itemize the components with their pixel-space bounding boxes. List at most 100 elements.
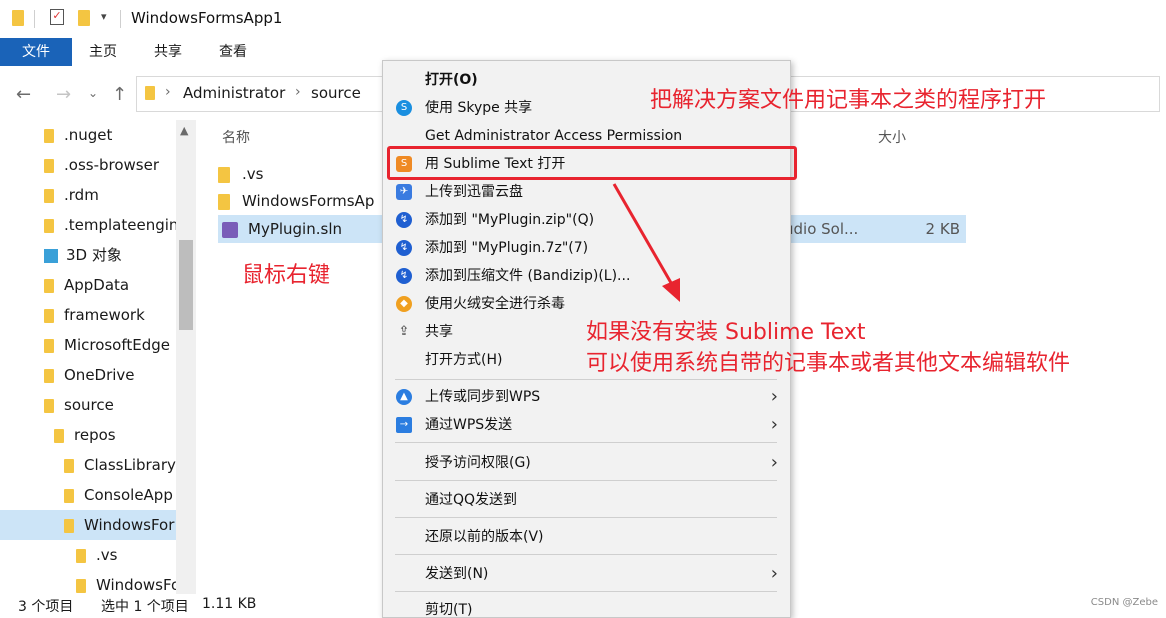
menu-item-wps-upload[interactable]: ▲ 上传或同步到WPS ›	[383, 383, 790, 411]
breadcrumb-administrator[interactable]: Administrator	[183, 84, 285, 102]
tab-file[interactable]: 文件	[0, 38, 72, 66]
folder-icon	[54, 428, 64, 443]
annotation-top: 把解决方案文件用记事本之类的程序打开	[650, 88, 1047, 113]
folder-icon	[12, 10, 24, 26]
folder-icon	[44, 278, 54, 293]
xunlei-icon: ✈	[396, 184, 412, 200]
scroll-up-icon[interactable]: ▲	[180, 124, 188, 137]
properties-icon[interactable]: ✓	[50, 9, 64, 25]
cloud-upload-icon: ▲	[396, 389, 412, 405]
menu-item-restore-versions[interactable]: 还原以前的版本(V)	[383, 523, 790, 551]
chevron-right-icon: ›	[770, 452, 778, 473]
file-row[interactable]: .vs	[218, 160, 263, 188]
watermark: CSDN @Zebe	[1090, 597, 1158, 608]
folder-icon	[218, 166, 230, 183]
chevron-right-icon: ›	[770, 414, 778, 435]
visual-studio-solution-icon	[222, 221, 238, 238]
recent-dropdown-icon[interactable]: ⌄	[88, 86, 98, 100]
folder-icon	[44, 368, 54, 383]
tab-share[interactable]: 共享	[154, 38, 182, 66]
chevron-right-icon: ›	[770, 386, 778, 407]
file-type: udio Sol...	[784, 220, 859, 238]
folder-icon	[44, 338, 54, 353]
tab-view[interactable]: 查看	[219, 38, 247, 66]
window-title: WindowsFormsApp1	[131, 9, 283, 27]
sidebar-item-selected[interactable]: WindowsFor	[0, 510, 176, 540]
share-icon: ⇪	[398, 324, 410, 339]
sidebar-item[interactable]: framework	[44, 300, 145, 330]
annotation-line1: 如果没有安装 Sublime Text	[586, 320, 866, 345]
sidebar-item[interactable]: source	[44, 390, 114, 420]
back-arrow-icon[interactable]: ←	[16, 84, 31, 105]
chevron-right-icon[interactable]: ›	[165, 84, 171, 100]
menu-divider	[395, 442, 777, 443]
huorong-shield-icon: ◆	[396, 296, 412, 312]
menu-divider	[395, 517, 777, 518]
menu-item-wps-send[interactable]: → 通过WPS发送 ›	[383, 411, 790, 439]
menu-divider	[395, 591, 777, 592]
tab-home[interactable]: 主页	[89, 38, 117, 66]
sidebar-item-3d-objects[interactable]: 3D 对象	[44, 240, 122, 270]
selected-count: 选中 1 个项目	[101, 599, 189, 615]
file-size: 2 KB	[925, 220, 960, 238]
selected-size: 1.11 KB	[202, 596, 257, 612]
highlight-box	[387, 146, 797, 180]
sidebar-item[interactable]: .rdm	[44, 180, 99, 210]
title-bar: ✓ ▾ WindowsFormsApp1	[0, 0, 1166, 38]
folder-icon	[218, 193, 230, 210]
chevron-right-icon[interactable]: ›	[295, 84, 301, 100]
column-header-size[interactable]: 大小	[878, 127, 906, 147]
sidebar-item[interactable]: MicrosoftEdge	[44, 330, 170, 360]
menu-item-add-zip[interactable]: ↯ 添加到 "MyPlugin.zip"(Q)	[383, 206, 790, 234]
divider	[120, 10, 121, 28]
sidebar-item[interactable]: ClassLibrary	[64, 450, 176, 480]
bandizip-icon: ↯	[396, 240, 412, 256]
column-header-name[interactable]: 名称	[222, 127, 250, 147]
folder-icon	[44, 128, 54, 143]
menu-item-qq-send[interactable]: 通过QQ发送到	[383, 486, 790, 514]
bandizip-icon: ↯	[396, 268, 412, 284]
sidebar-item[interactable]: AppData	[44, 270, 129, 300]
annotation-line2: 可以使用系统自带的记事本或者其他文本编辑软件	[586, 351, 1071, 376]
menu-divider	[395, 554, 777, 555]
sidebar-item[interactable]: ConsoleApp	[64, 480, 173, 510]
annotation-right-click: 鼠标右键	[242, 263, 331, 288]
sidebar-item[interactable]: .nuget	[44, 120, 112, 150]
sidebar-item[interactable]: repos	[54, 420, 116, 450]
sidebar-item[interactable]: OneDrive	[44, 360, 135, 390]
item-count: 3 个项目	[18, 599, 74, 615]
folder-icon	[76, 548, 86, 563]
skype-icon: S	[396, 100, 412, 116]
navigation-pane: .nuget .oss-browser .rdm .templateengin …	[0, 120, 196, 594]
menu-item-send-to[interactable]: 发送到(N) ›	[383, 560, 790, 588]
folder-icon	[64, 488, 74, 503]
send-icon: →	[396, 417, 412, 433]
menu-item-add-7z[interactable]: ↯ 添加到 "MyPlugin.7z"(7)	[383, 234, 790, 262]
scrollbar-thumb[interactable]	[179, 240, 193, 330]
file-row[interactable]: WindowsFormsAp	[218, 187, 374, 215]
sidebar-item[interactable]: .vs	[76, 540, 117, 570]
folder-icon	[44, 188, 54, 203]
menu-divider	[395, 480, 777, 481]
breadcrumb-source[interactable]: source	[311, 84, 361, 102]
up-arrow-icon[interactable]: ↑	[112, 84, 127, 105]
folder-icon	[76, 578, 86, 593]
folder-icon	[44, 158, 54, 173]
menu-item-cut[interactable]: 剪切(T)	[383, 596, 790, 617]
sidebar-scrollbar[interactable]: ▲	[176, 120, 196, 594]
sidebar-item[interactable]: .oss-browser	[44, 150, 159, 180]
folder-icon	[64, 518, 74, 533]
menu-item-add-archive[interactable]: ↯ 添加到压缩文件 (Bandizip)(L)...	[383, 262, 790, 290]
chevron-right-icon: ›	[770, 563, 778, 584]
sidebar-item[interactable]: WindowsFo	[76, 570, 180, 594]
menu-item-grant-access[interactable]: 授予访问权限(G) ›	[383, 449, 790, 477]
menu-item-xunlei-upload[interactable]: ✈ 上传到迅雷云盘	[383, 178, 790, 206]
folder-icon	[44, 218, 54, 233]
bandizip-icon: ↯	[396, 212, 412, 228]
forward-arrow-icon[interactable]: →	[56, 84, 71, 105]
divider	[34, 10, 35, 28]
folder-icon	[64, 458, 74, 473]
quick-access-dropdown-icon[interactable]: ▾	[101, 10, 107, 23]
sidebar-item[interactable]: .templateengin	[44, 210, 178, 240]
new-folder-icon[interactable]	[78, 10, 90, 26]
